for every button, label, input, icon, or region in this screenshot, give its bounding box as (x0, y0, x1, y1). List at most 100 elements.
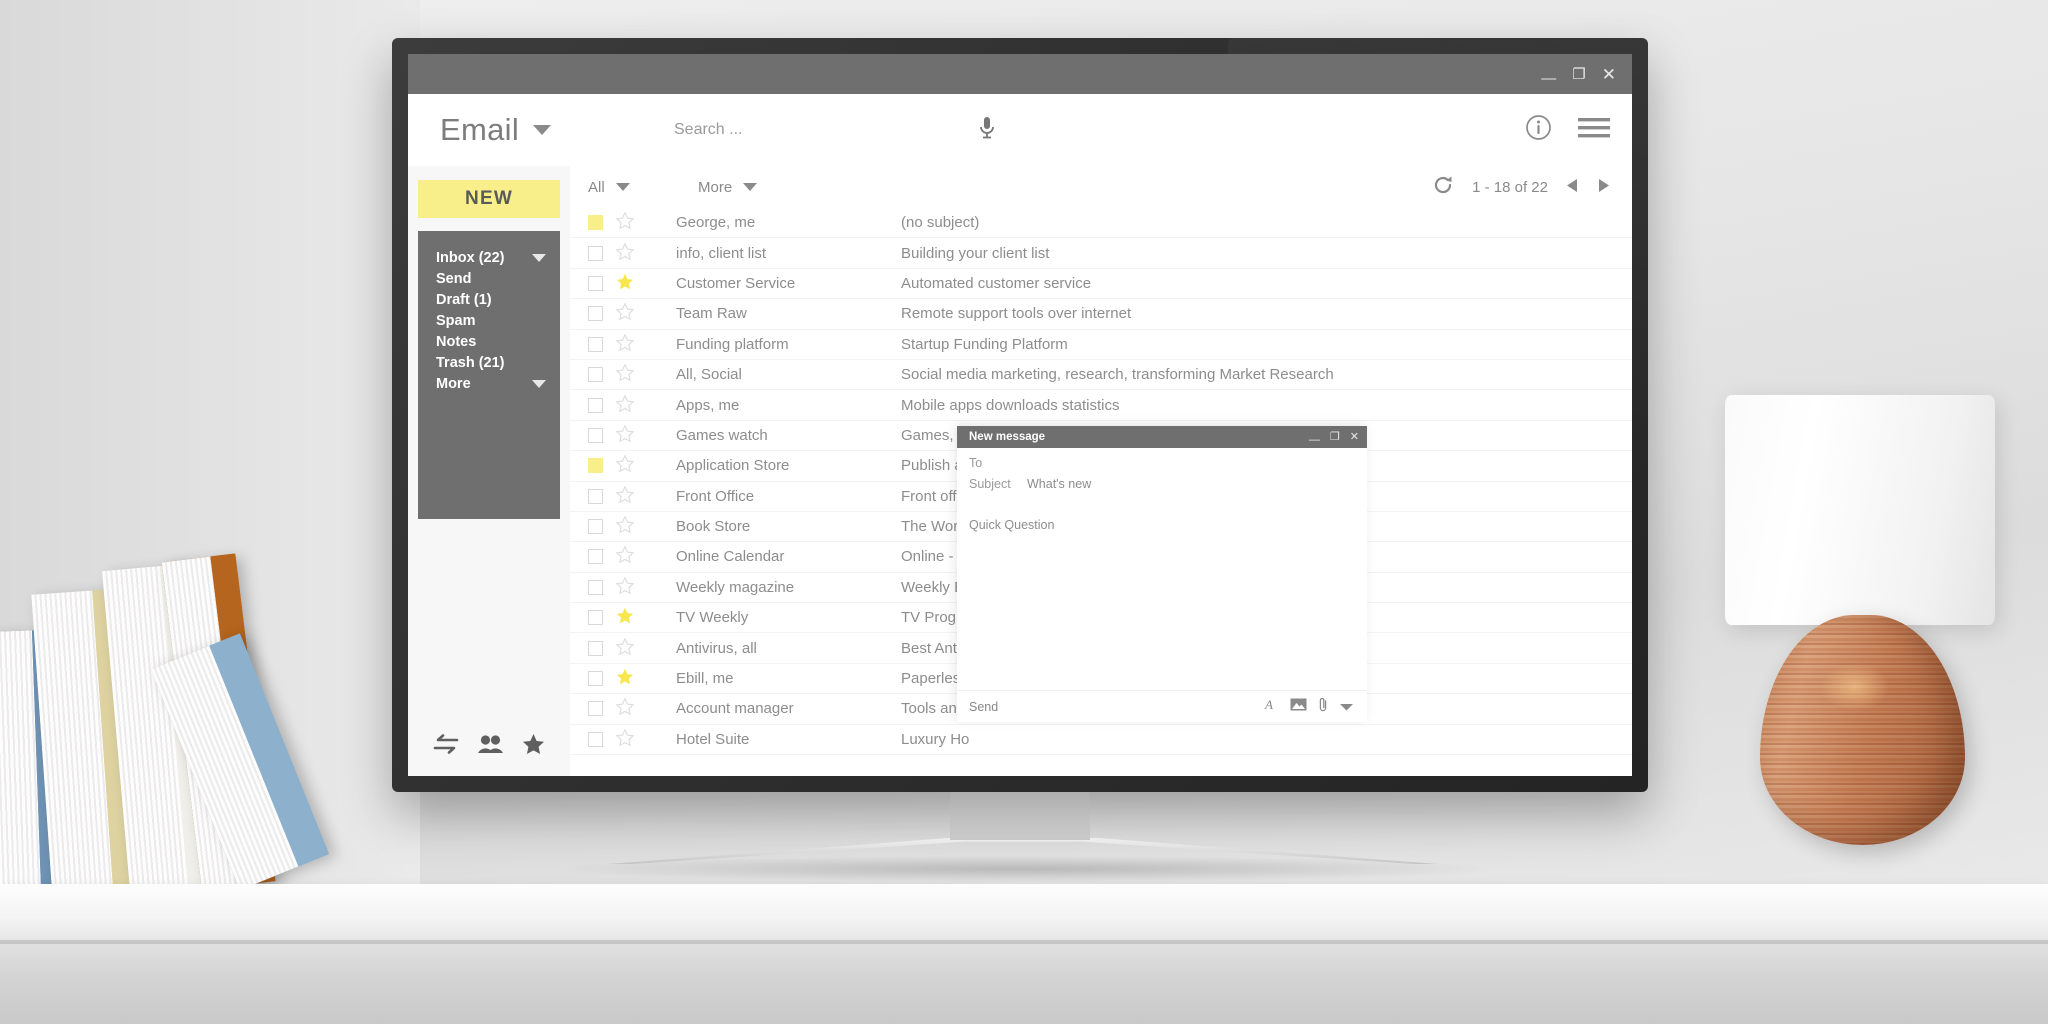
row-checkbox[interactable] (588, 731, 603, 747)
star-icon[interactable] (615, 576, 640, 598)
row-checkbox[interactable] (588, 640, 603, 656)
sidebar-footer-icons (418, 733, 560, 776)
more-dropdown[interactable]: More (698, 179, 758, 196)
compose-minimize-button[interactable]: — (1309, 434, 1320, 446)
row-checkbox[interactable] (588, 275, 603, 291)
sidebar-item-label: More (436, 375, 471, 392)
compose-close-button[interactable]: ✕ (1350, 431, 1359, 443)
prev-arrow-icon[interactable] (1566, 178, 1579, 197)
star-icon[interactable] (615, 485, 640, 507)
row-checkbox[interactable] (588, 367, 603, 383)
send-button[interactable]: Send (969, 700, 998, 714)
more-options-icon[interactable] (1340, 698, 1353, 716)
row-checkbox[interactable] (588, 488, 603, 504)
sidebar-item-draft[interactable]: Draft (1) (418, 289, 560, 310)
chevron-down-icon[interactable] (532, 379, 546, 388)
star-icon[interactable] (616, 273, 640, 294)
sidebar-item-label: Inbox (22) (436, 249, 505, 266)
row-checkbox[interactable] (588, 427, 603, 443)
contacts-people-icon[interactable] (477, 734, 504, 759)
refresh-icon[interactable] (1432, 174, 1454, 200)
mail-row[interactable]: Hotel Suite Luxury Ho (570, 725, 1632, 756)
mail-sender: TV Weekly (676, 609, 749, 627)
list-toolbar: All More 1 - 18 of 22 (570, 166, 1632, 208)
row-checkbox[interactable] (588, 671, 603, 687)
window-titlebar: — ❐ ✕ (408, 54, 1632, 94)
mail-sender: Antivirus, all (676, 639, 757, 657)
sidebar-item-more[interactable]: More (418, 373, 560, 394)
svg-text:A: A (1264, 697, 1273, 711)
microphone-icon[interactable] (978, 116, 996, 145)
attach-file-icon[interactable] (1319, 697, 1328, 717)
row-checkbox[interactable] (588, 579, 603, 595)
chevron-down-icon[interactable] (532, 253, 546, 262)
search-area (668, 116, 1495, 145)
row-checkbox[interactable] (588, 245, 603, 261)
row-checkbox[interactable] (588, 215, 603, 231)
sidebar-item-label: Spam (436, 312, 476, 329)
mail-row[interactable]: Apps, me Mobile apps downloads statistics (570, 390, 1632, 421)
sidebar-item-trash[interactable]: Trash (21) (418, 352, 560, 373)
select-all-dropdown[interactable]: All (588, 179, 698, 196)
mail-row[interactable]: George, me (no subject) (570, 208, 1632, 239)
info-circle-icon[interactable] (1525, 114, 1552, 146)
star-icon[interactable] (615, 302, 640, 324)
chevron-down-icon[interactable] (533, 125, 552, 135)
star-icon[interactable] (522, 733, 545, 760)
mail-sender: Weekly magazine (676, 578, 795, 596)
chevron-down-icon (615, 183, 630, 191)
mail-sender: Games watch (676, 426, 768, 444)
star-icon[interactable] (615, 728, 640, 750)
star-icon[interactable] (615, 545, 640, 567)
transfer-arrows-icon[interactable] (433, 734, 459, 759)
mail-subject: (no subject) (901, 214, 980, 232)
row-checkbox[interactable] (588, 458, 603, 474)
maximize-button[interactable]: ❐ (1572, 67, 1585, 82)
mail-row[interactable]: Funding platform Startup Funding Platform (570, 330, 1632, 360)
mail-row[interactable]: All, Social Social media marketing, resea… (570, 360, 1632, 391)
row-checkbox[interactable] (588, 306, 603, 322)
sidebar-item-inbox[interactable]: Inbox (22) (418, 247, 560, 268)
row-checkbox[interactable] (588, 336, 603, 352)
compose-maximize-button[interactable]: ❐ (1330, 431, 1340, 443)
sidebar-item-spam[interactable]: Spam (418, 310, 560, 331)
star-icon[interactable] (615, 424, 640, 446)
star-icon[interactable] (615, 211, 640, 233)
row-checkbox[interactable] (588, 701, 603, 717)
minimize-button[interactable]: — (1541, 71, 1556, 86)
compose-to-row[interactable]: To (969, 456, 1367, 477)
mail-row[interactable]: info, client list Building your client li… (570, 238, 1632, 269)
format-text-icon[interactable]: A (1264, 697, 1278, 716)
sidebar-item-notes[interactable]: Notes (418, 331, 560, 352)
star-icon[interactable] (616, 607, 640, 628)
mail-row[interactable]: Customer Service Automated customer servi… (570, 269, 1632, 300)
shelf-front-face (0, 944, 2048, 1024)
star-icon[interactable] (615, 697, 640, 719)
star-icon[interactable] (615, 333, 640, 355)
compose-new-button[interactable]: NEW (418, 180, 560, 218)
compose-footer: Send A (957, 690, 1367, 722)
mail-row[interactable]: Team Raw Remote support tools over intern… (570, 299, 1632, 330)
row-checkbox[interactable] (588, 397, 603, 413)
brand-area[interactable]: Email (440, 112, 668, 148)
star-icon[interactable] (615, 636, 640, 659)
close-button[interactable]: ✕ (1602, 66, 1616, 83)
insert-image-icon[interactable] (1290, 698, 1307, 716)
compose-message-body[interactable]: Quick Question (969, 518, 1367, 532)
hamburger-menu-icon[interactable] (1578, 117, 1610, 144)
sidebar-item-send[interactable]: Send (418, 268, 560, 289)
compose-subject-row[interactable]: Subject What's new (969, 477, 1367, 498)
mail-subject: Remote support tools over internet (901, 305, 1132, 323)
star-icon[interactable] (616, 668, 640, 689)
star-icon[interactable] (615, 454, 640, 476)
row-checkbox[interactable] (588, 519, 603, 535)
star-icon[interactable] (615, 363, 640, 385)
next-arrow-icon[interactable] (1597, 178, 1610, 197)
search-input[interactable] (668, 121, 1088, 139)
row-checkbox[interactable] (588, 549, 603, 565)
row-checkbox[interactable] (588, 610, 603, 626)
star-icon[interactable] (615, 515, 640, 537)
star-icon[interactable] (615, 393, 640, 416)
mail-subject: Mobile apps downloads statistics (901, 396, 1120, 414)
star-icon[interactable] (615, 241, 640, 264)
